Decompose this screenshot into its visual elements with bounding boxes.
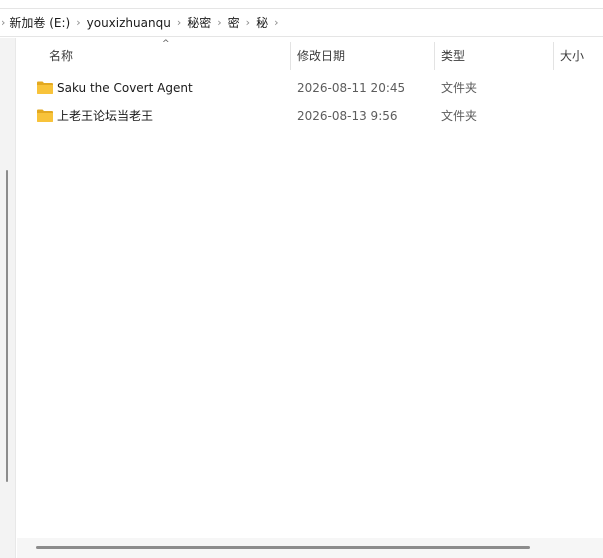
breadcrumb-separator[interactable]: › [242, 16, 254, 29]
column-divider[interactable] [434, 42, 435, 70]
file-name: Saku the Covert Agent [57, 81, 193, 95]
navigation-pane [0, 38, 16, 558]
list-item[interactable]: 上老王论坛当老王 2026-08-13 9:56 文件夹 [17, 102, 603, 130]
folder-icon [37, 81, 53, 94]
horizontal-scrollbar[interactable] [17, 538, 603, 558]
file-date: 2026-08-11 20:45 [297, 81, 406, 95]
list-item[interactable]: Saku the Covert Agent 2026-08-11 20:45 文… [17, 74, 603, 102]
column-header-bar: ^ 名称 修改日期 类型 大小 [17, 38, 603, 74]
breadcrumb-item-current[interactable]: 秘 [254, 14, 270, 31]
breadcrumb-separator[interactable]: › [270, 16, 282, 29]
column-header-date[interactable]: 修改日期 [297, 38, 345, 74]
file-date: 2026-08-13 9:56 [297, 109, 398, 123]
file-list: Saku the Covert Agent 2026-08-11 20:45 文… [17, 74, 603, 130]
address-bar[interactable]: › 新加卷 (E:) › youxizhuanqu › 秘密 › 密 › 秘 › [0, 8, 603, 37]
breadcrumb-item-youxizhuanqu[interactable]: youxizhuanqu [85, 16, 173, 30]
column-divider[interactable] [553, 42, 554, 70]
file-type: 文件夹 [441, 81, 478, 95]
breadcrumb-separator[interactable]: › [173, 16, 185, 29]
breadcrumb-item-mimi[interactable]: 秘密 [185, 14, 213, 31]
file-name: 上老王论坛当老王 [57, 109, 154, 123]
file-type: 文件夹 [441, 109, 478, 123]
column-header-size[interactable]: 大小 [560, 38, 584, 74]
sort-ascending-icon: ^ [162, 39, 170, 49]
column-header-type[interactable]: 类型 [441, 38, 465, 74]
breadcrumb-item-mi[interactable]: 密 [226, 14, 242, 31]
horizontal-scrollbar-thumb[interactable] [36, 546, 530, 549]
folder-icon [37, 109, 53, 122]
column-header-name[interactable]: 名称 [49, 38, 73, 74]
breadcrumb-item-drive[interactable]: 新加卷 (E:) [7, 14, 72, 31]
navigation-scrollbar[interactable] [6, 170, 8, 482]
breadcrumb: › 新加卷 (E:) › youxizhuanqu › 秘密 › 密 › 秘 › [0, 9, 282, 36]
breadcrumb-separator[interactable]: › [0, 16, 7, 29]
breadcrumb-separator[interactable]: › [213, 16, 225, 29]
breadcrumb-separator[interactable]: › [72, 16, 84, 29]
column-divider[interactable] [290, 42, 291, 70]
